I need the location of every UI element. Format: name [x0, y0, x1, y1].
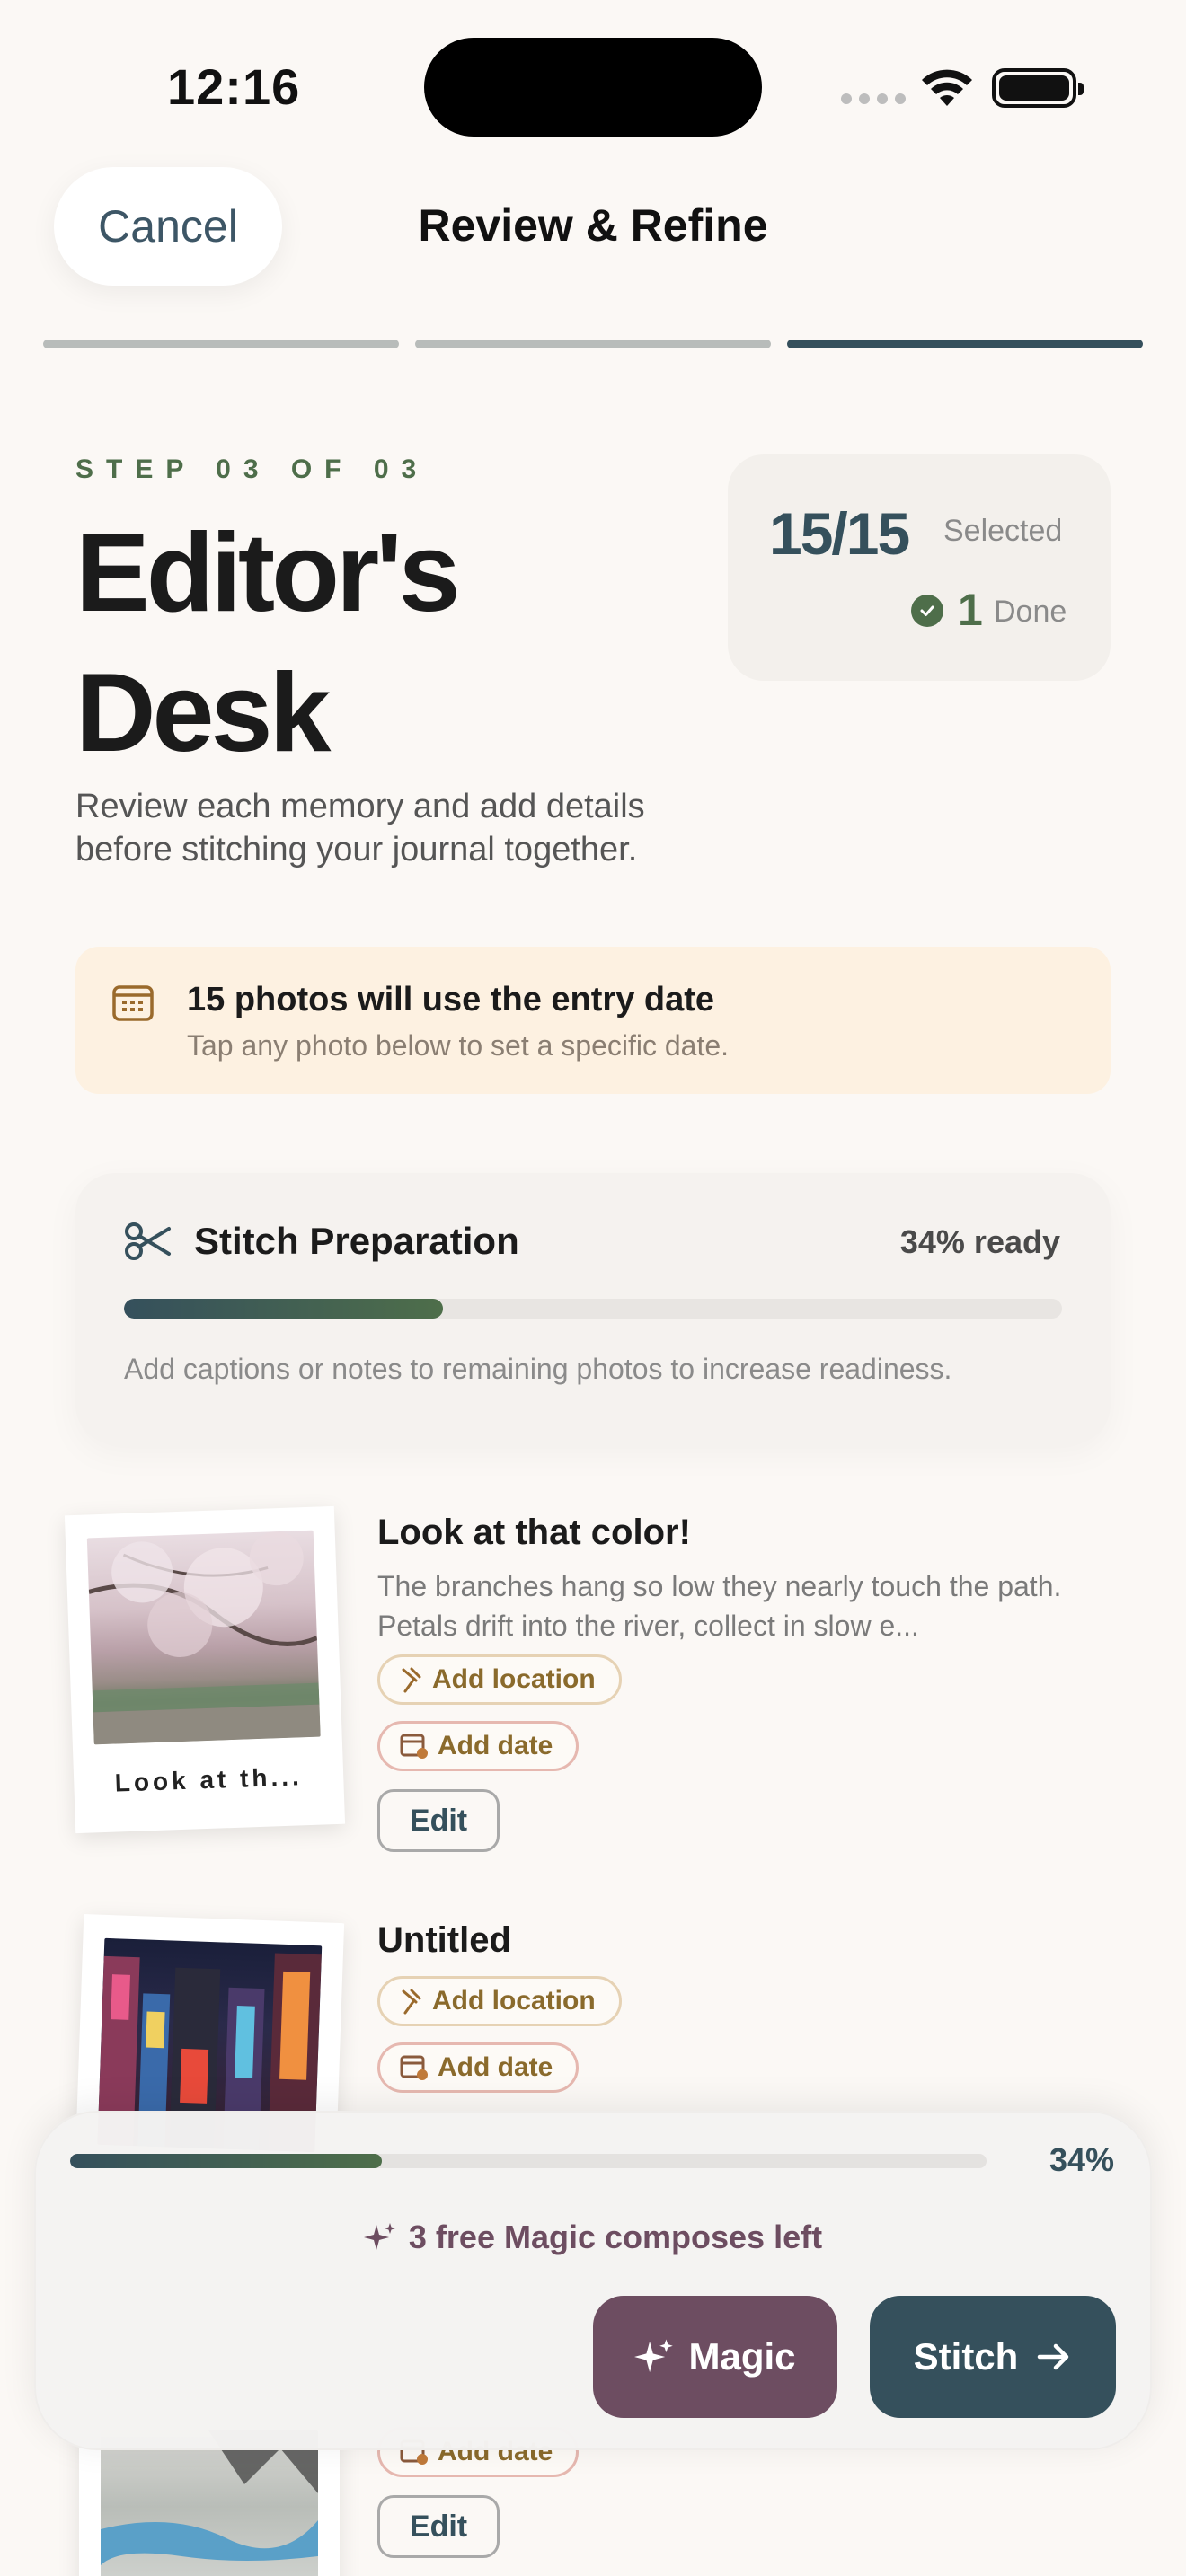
calendar-icon — [112, 985, 154, 1021]
add-location-button[interactable]: Add location — [377, 1654, 622, 1705]
step-eyebrow: STEP 03 OF 03 — [75, 454, 429, 484]
polaroid-caption: Look at th... — [114, 1762, 304, 1797]
pin-icon — [402, 1667, 421, 1693]
cancel-button[interactable]: Cancel — [54, 167, 282, 286]
pin-icon — [402, 1989, 421, 2015]
add-date-label: Add date — [438, 2052, 553, 2082]
battery-icon — [992, 68, 1084, 108]
add-date-button[interactable]: Add date — [377, 1721, 580, 1771]
stitch-button[interactable]: Stitch — [870, 2296, 1116, 2418]
stitch-preparation-title: Stitch Preparation — [194, 1220, 519, 1262]
magic-compose-text: 3 free Magic composes left — [408, 2219, 823, 2255]
readiness-progress-bar — [124, 1299, 1062, 1319]
memory-body: The branches hang so low they nearly tou… — [377, 1570, 1062, 1642]
readiness-progress-fill — [124, 1299, 443, 1319]
edit-memory-button[interactable]: Edit — [377, 2495, 500, 2558]
dock-progress-percent: 34% — [1049, 2141, 1114, 2178]
step-indicator-3-active — [787, 340, 1143, 348]
magic-button-label: Magic — [688, 2335, 796, 2378]
add-location-label: Add location — [432, 1986, 596, 2016]
wifi-icon — [922, 69, 972, 106]
done-count: 1 — [958, 585, 983, 635]
page-title: Review & Refine — [418, 200, 768, 251]
check-circle-icon — [911, 595, 943, 627]
done-label: Done — [994, 595, 1067, 629]
readiness-percent: 34% ready — [899, 1223, 1060, 1260]
arrow-right-icon — [1038, 2343, 1069, 2370]
signal-dots-icon — [841, 93, 906, 104]
memory-title: Look at that color! — [377, 1513, 691, 1552]
edit-memory-button[interactable]: Edit — [377, 1789, 500, 1852]
hero-title: Editor's Desk — [75, 511, 461, 775]
add-location-label: Add location — [432, 1664, 596, 1694]
cherry-blossom-photo — [86, 1530, 321, 1745]
add-location-button[interactable]: Add location — [377, 1976, 622, 2026]
memory-title: Untitled — [377, 1920, 511, 1960]
banner-title: 15 photos will use the entry date — [187, 981, 715, 1019]
add-date-button[interactable]: Add date — [377, 2042, 580, 2093]
add-date-label: Add date — [438, 1731, 553, 1760]
calendar-warning-icon — [400, 1734, 428, 1759]
magic-button[interactable]: Magic — [593, 2296, 837, 2418]
sparkle-icon — [634, 2339, 674, 2373]
hero-subtitle: Review each memory and add details befor… — [75, 788, 645, 869]
stitch-button-label: Stitch — [913, 2335, 1019, 2378]
dock-progress-fill — [70, 2154, 382, 2168]
dynamic-island — [424, 38, 762, 137]
selected-count: 15/15 — [769, 500, 910, 567]
selected-label: Selected — [943, 514, 1063, 548]
readiness-note: Add captions or notes to remaining photo… — [124, 1353, 952, 1385]
step-indicator-2 — [415, 340, 771, 348]
step-indicator-1 — [43, 340, 399, 348]
sparkle-icon — [363, 2223, 395, 2250]
dock-progress-bar — [70, 2154, 987, 2168]
memory-photo-polaroid[interactable]: Look at th... — [64, 1505, 346, 1834]
banner-subtitle: Tap any photo below to set a specific da… — [187, 1029, 730, 1062]
magic-compose-note: 3 free Magic composes left — [0, 2219, 1186, 2256]
snowy-river-photo — [101, 2430, 318, 2576]
selection-stats-card — [728, 454, 1111, 681]
entry-date-banner[interactable] — [75, 947, 1111, 1094]
scissors-icon — [125, 1222, 171, 1260]
calendar-warning-icon — [400, 2055, 428, 2080]
status-time: 12:16 — [167, 58, 301, 115]
